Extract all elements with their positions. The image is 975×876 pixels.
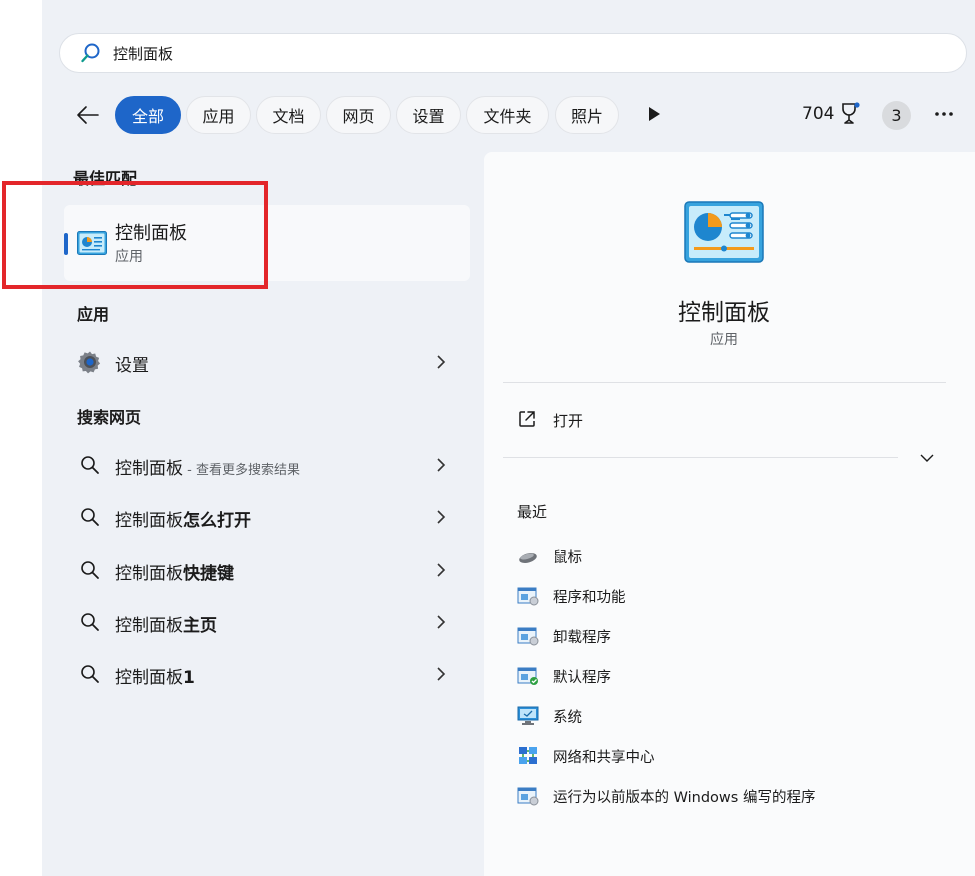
control-panel-large-icon <box>684 201 764 263</box>
rewards-points[interactable]: 704 <box>802 104 834 124</box>
filter-tab-label: 照片 <box>570 107 603 126</box>
recent-item[interactable]: 程序和功能 <box>517 584 937 608</box>
default-programs-icon <box>517 667 538 685</box>
filter-tab-label: 设置 <box>412 107 445 126</box>
suggestion-completion: 快捷键 <box>183 564 234 584</box>
recent-item-label: 默认程序 <box>553 670 611 686</box>
web-suggestion-label: 控制面板快捷键 <box>115 559 234 584</box>
search-box[interactable]: 控制面板 <box>59 33 967 73</box>
recent-item[interactable]: 系统 <box>517 704 937 728</box>
filter-tab-photos[interactable]: 照片 <box>555 96 619 134</box>
filter-tab-label: 网页 <box>342 107 375 126</box>
web-suggestion-label: 控制面板主页 <box>115 611 217 636</box>
suggestion-query: 控制面板 <box>115 511 183 531</box>
annotation-highlight-box <box>2 181 268 289</box>
chevron-right-icon <box>437 510 446 524</box>
recent-item[interactable]: 卸载程序 <box>517 624 937 648</box>
network-icon <box>519 747 537 764</box>
filter-tab-label: 全部 <box>131 107 164 126</box>
recent-item-label: 鼠标 <box>553 550 582 566</box>
search-icon <box>81 508 99 526</box>
chevron-right-icon <box>437 458 446 472</box>
suggestion-query: 控制面板 <box>115 459 183 479</box>
detail-divider <box>503 382 946 383</box>
notification-count-badge[interactable]: 3 <box>882 101 911 130</box>
recent-item-label: 网络和共享中心 <box>553 750 655 766</box>
more-filters-play-icon[interactable] <box>647 106 661 122</box>
filter-tab-settings[interactable]: 设置 <box>396 96 461 134</box>
uninstall-icon <box>517 627 539 646</box>
actions-divider <box>503 457 898 458</box>
settings-app-label: 设置 <box>115 356 149 376</box>
recent-item-label: 卸载程序 <box>553 630 611 646</box>
settings-app-result[interactable]: 设置 <box>64 340 470 384</box>
suggestion-completion: 1 <box>183 668 195 688</box>
recent-item[interactable]: 默认程序 <box>517 664 937 688</box>
web-suggestion-label: 控制面板1 <box>115 663 195 688</box>
recent-item-label: 运行为以前版本的 Windows 编写的程序 <box>553 790 816 806</box>
chevron-right-icon <box>437 355 446 369</box>
filter-tab-folders[interactable]: 文件夹 <box>466 96 549 134</box>
suggestion-query: 控制面板 <box>115 616 183 636</box>
more-options-icon[interactable] <box>932 104 956 124</box>
suggestion-query: 控制面板 <box>115 668 183 688</box>
web-suggestion-item[interactable]: 控制面板怎么打开 <box>64 495 470 539</box>
system-icon <box>517 706 539 725</box>
web-suggestion-item[interactable]: 控制面板快捷键 <box>64 548 470 592</box>
open-action-button[interactable]: 打开 <box>553 410 583 431</box>
filter-tab-web[interactable]: 网页 <box>326 96 391 134</box>
compatibility-icon <box>517 787 539 806</box>
gear-icon <box>78 351 101 374</box>
badge-count-label: 3 <box>891 106 902 125</box>
filter-tab-all[interactable]: 全部 <box>115 96 181 134</box>
recent-item[interactable]: 鼠标 <box>517 544 937 568</box>
filter-tab-label: 文档 <box>272 107 305 126</box>
recent-item-label: 系统 <box>553 710 582 726</box>
suggestion-completion: 怎么打开 <box>183 511 251 531</box>
apps-heading: 应用 <box>77 305 110 324</box>
programs-icon <box>517 587 539 606</box>
open-external-icon <box>519 411 535 427</box>
chevron-right-icon <box>437 667 446 681</box>
recent-heading: 最近 <box>517 503 548 521</box>
filter-tab-documents[interactable]: 文档 <box>256 96 321 134</box>
recent-item-label: 程序和功能 <box>553 590 626 606</box>
filter-tab-apps[interactable]: 应用 <box>186 96 251 134</box>
suggestion-hint: - 查看更多搜索结果 <box>183 463 300 478</box>
recent-item[interactable]: 网络和共享中心 <box>517 744 937 768</box>
search-input[interactable]: 控制面板 <box>113 43 173 64</box>
web-suggestion-item[interactable]: 控制面板 - 查看更多搜索结果 <box>64 443 470 487</box>
search-icon <box>81 665 99 683</box>
filter-tab-label: 应用 <box>202 107 235 126</box>
search-web-heading: 搜索网页 <box>77 408 142 427</box>
search-icon <box>81 43 100 63</box>
chevron-down-icon[interactable] <box>918 451 936 465</box>
suggestion-query: 控制面板 <box>115 564 183 584</box>
filter-tab-label: 文件夹 <box>483 107 532 126</box>
chevron-right-icon <box>437 615 446 629</box>
search-icon <box>81 456 99 474</box>
web-suggestion-item[interactable]: 控制面板主页 <box>64 600 470 644</box>
suggestion-completion: 主页 <box>183 616 217 636</box>
detail-title: 控制面板 <box>678 300 770 326</box>
web-suggestion-item[interactable]: 控制面板1 <box>64 652 470 696</box>
rewards-trophy-icon[interactable] <box>838 101 862 127</box>
search-icon <box>81 561 99 579</box>
recent-item[interactable]: 运行为以前版本的 Windows 编写的程序 <box>517 784 937 808</box>
mouse-icon <box>519 553 537 563</box>
back-arrow-icon[interactable] <box>74 101 102 129</box>
chevron-right-icon <box>437 563 446 577</box>
detail-subtitle: 应用 <box>710 332 738 348</box>
search-icon <box>81 613 99 631</box>
web-suggestion-label: 控制面板怎么打开 <box>115 506 251 531</box>
web-suggestion-label: 控制面板 - 查看更多搜索结果 <box>115 454 300 479</box>
